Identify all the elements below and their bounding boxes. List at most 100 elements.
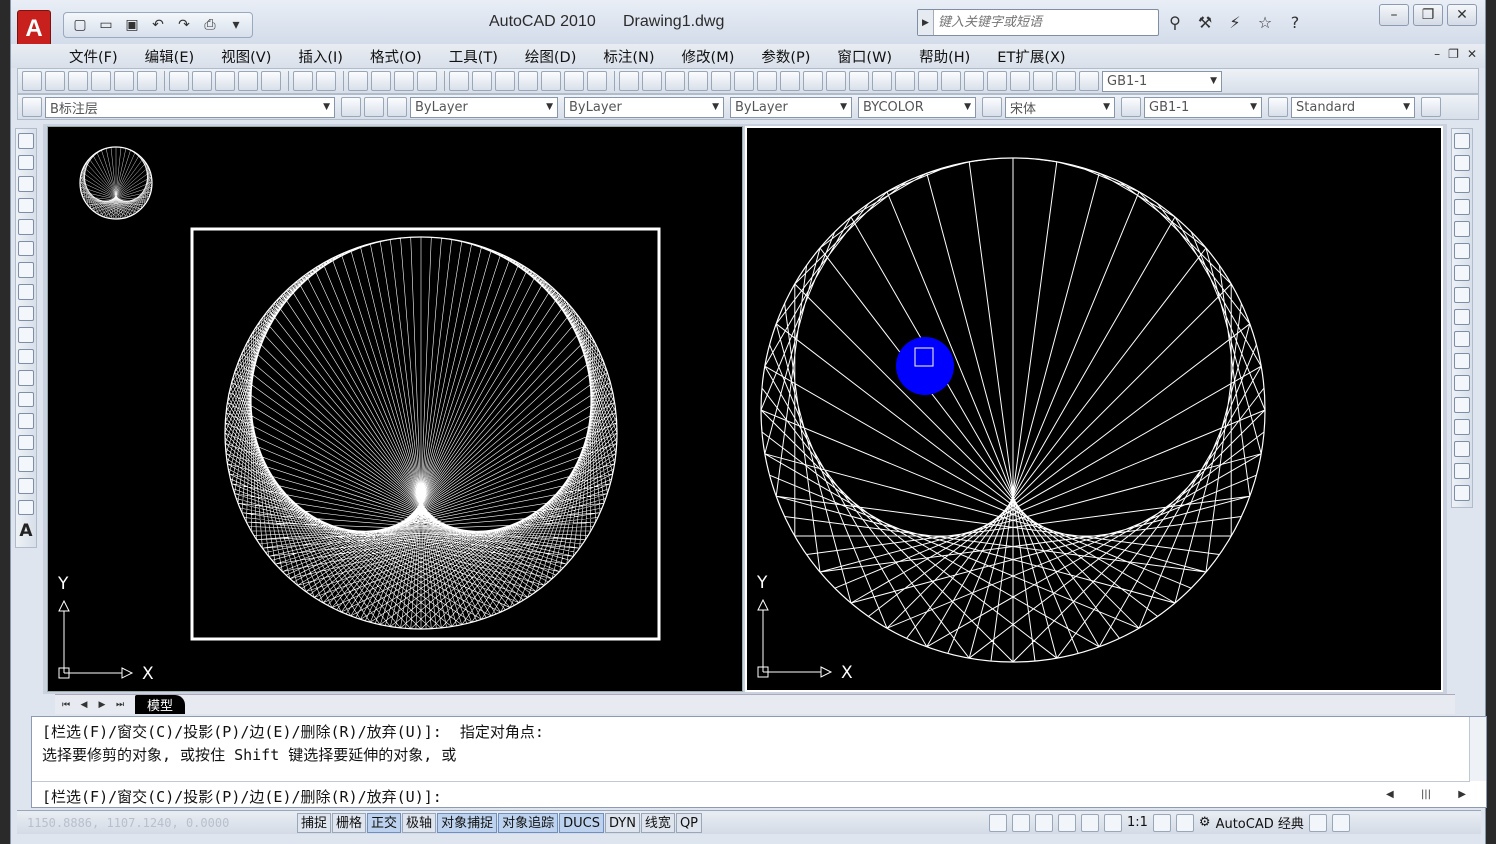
multileader-style-icon[interactable]: [1421, 97, 1441, 117]
doc-restore-icon[interactable]: ❐: [1448, 47, 1459, 61]
diameter-icon[interactable]: [780, 71, 800, 91]
model-space-icon[interactable]: [989, 813, 1007, 832]
scroll-right-icon[interactable]: ▶: [1458, 789, 1466, 800]
lock-icon[interactable]: [1308, 813, 1327, 832]
tab-first-icon[interactable]: ⏮: [59, 698, 73, 712]
doc-close-icon[interactable]: ✕: [1467, 47, 1477, 61]
viewport-right[interactable]: XY: [745, 126, 1443, 692]
pan-icon[interactable]: [1035, 813, 1053, 832]
table-style-icon[interactable]: [1268, 97, 1288, 117]
coordinate-display[interactable]: 1150.8886, 1107.1240, 0.0000: [17, 816, 297, 830]
jogged-icon[interactable]: [757, 71, 777, 91]
rotate-icon[interactable]: [1454, 265, 1470, 281]
qat-dropdown-icon[interactable]: ▾: [224, 14, 248, 36]
polygon-icon[interactable]: [18, 197, 34, 214]
command-hscroll[interactable]: ◀ ||| ▶: [1386, 785, 1466, 803]
open-icon[interactable]: ▭: [94, 14, 118, 36]
dim-update-icon[interactable]: [1079, 71, 1099, 91]
save-icon[interactable]: ▣: [120, 14, 144, 36]
blockedit-icon[interactable]: [293, 71, 313, 91]
tab-last-icon[interactable]: ⏭: [113, 698, 127, 712]
cut-icon[interactable]: [192, 71, 212, 91]
fillet-icon[interactable]: [1454, 463, 1470, 479]
zoom-realtime-icon[interactable]: [394, 71, 414, 91]
toolpalettes-icon[interactable]: [518, 71, 538, 91]
binoculars-icon[interactable]: ⚲: [1163, 10, 1187, 34]
plot-icon[interactable]: ⎙: [198, 14, 222, 36]
arc-icon[interactable]: [18, 240, 34, 257]
linear-dim-icon[interactable]: [642, 71, 662, 91]
jogged-linear-icon[interactable]: [1010, 71, 1030, 91]
aligned-dim-icon[interactable]: [665, 71, 685, 91]
status-toggle[interactable]: 栅格: [332, 812, 367, 833]
sheetset-icon[interactable]: [541, 71, 561, 91]
status-toggle[interactable]: 捕捉: [297, 812, 332, 833]
doc-minimize-icon[interactable]: –: [1434, 47, 1440, 61]
markup-icon[interactable]: [564, 71, 584, 91]
viewport-right-canvas[interactable]: XY: [747, 128, 1441, 690]
text-style-icon[interactable]: [982, 97, 1002, 117]
menu-tools[interactable]: 工具(T): [449, 46, 498, 67]
make-block-icon[interactable]: [18, 391, 34, 408]
lineweight-dropdown[interactable]: ByLayer ▼: [730, 96, 852, 118]
menu-format[interactable]: 格式(O): [370, 46, 422, 67]
break-icon[interactable]: [918, 71, 938, 91]
tab-next-icon[interactable]: ▶: [95, 698, 109, 712]
copy-icon[interactable]: [215, 71, 235, 91]
close-icon[interactable]: ✕: [1447, 4, 1477, 26]
rectangle-icon[interactable]: [18, 219, 34, 235]
annotation-visibility-icon[interactable]: [1152, 813, 1171, 832]
make-current-layer-icon[interactable]: [341, 97, 361, 117]
redo-icon[interactable]: ↷: [172, 14, 196, 36]
undo-icon[interactable]: [316, 71, 336, 91]
dim-style-dropdown[interactable]: GB1-1 ▼: [1144, 96, 1262, 118]
plotstyle-dropdown[interactable]: BYCOLOR ▼: [858, 96, 976, 118]
tab-prev-icon[interactable]: ◀: [77, 698, 91, 712]
space-icon[interactable]: [895, 71, 915, 91]
status-toggle[interactable]: 线宽: [640, 812, 675, 833]
search-input[interactable]: [934, 11, 1154, 34]
hatch-icon[interactable]: [18, 434, 34, 451]
break-icon[interactable]: [1454, 397, 1470, 413]
dim-style-dropdown[interactable]: GB1-1 ▼: [1102, 70, 1222, 92]
move-icon[interactable]: [1454, 243, 1470, 259]
gear-icon[interactable]: ⚙: [1199, 815, 1211, 830]
qnew-icon[interactable]: [22, 71, 42, 91]
scale-icon[interactable]: [1454, 287, 1470, 303]
quick-dim-icon[interactable]: [826, 71, 846, 91]
dim-edit-icon[interactable]: [1033, 71, 1053, 91]
ordinate-icon[interactable]: [711, 71, 731, 91]
arc-length-icon[interactable]: [688, 71, 708, 91]
chamfer-icon[interactable]: [1454, 441, 1470, 457]
tolerance-icon[interactable]: [941, 71, 961, 91]
ellipse-arc-icon[interactable]: [18, 348, 34, 365]
search-expand-icon[interactable]: ▶: [918, 10, 934, 35]
status-toggle[interactable]: QP: [675, 812, 703, 833]
construction-line-icon[interactable]: [18, 154, 34, 171]
paste-icon[interactable]: [238, 71, 258, 91]
extend-icon[interactable]: [1454, 353, 1470, 369]
linetype-dropdown[interactable]: ByLayer ▼: [564, 96, 724, 118]
stretch-icon[interactable]: [1454, 309, 1470, 325]
properties-icon[interactable]: [472, 71, 492, 91]
dim-style-icon[interactable]: [1121, 97, 1141, 117]
drawing-area[interactable]: XY XY: [43, 124, 1447, 694]
polyline-icon[interactable]: [18, 176, 34, 192]
preview-icon[interactable]: [114, 71, 134, 91]
publish-icon[interactable]: [137, 71, 157, 91]
annotation-scale[interactable]: 1:1: [1127, 815, 1148, 830]
menu-edit[interactable]: 编辑(E): [145, 46, 194, 67]
explode-icon[interactable]: [1454, 485, 1470, 501]
open-icon[interactable]: [45, 71, 65, 91]
continue-icon[interactable]: [872, 71, 892, 91]
layer-dropdown[interactable]: B标注层 ▼: [45, 96, 335, 118]
designcenter-icon[interactable]: [495, 71, 515, 91]
line-icon[interactable]: [18, 133, 34, 149]
mirror-icon[interactable]: [1454, 177, 1470, 193]
zoom-icon[interactable]: [1058, 813, 1076, 832]
point-icon[interactable]: [18, 413, 34, 429]
status-toggle[interactable]: DYN: [604, 812, 640, 833]
pan-icon[interactable]: [371, 71, 391, 91]
ellipse-icon[interactable]: [18, 327, 34, 343]
menu-parametric[interactable]: 参数(P): [761, 46, 810, 67]
